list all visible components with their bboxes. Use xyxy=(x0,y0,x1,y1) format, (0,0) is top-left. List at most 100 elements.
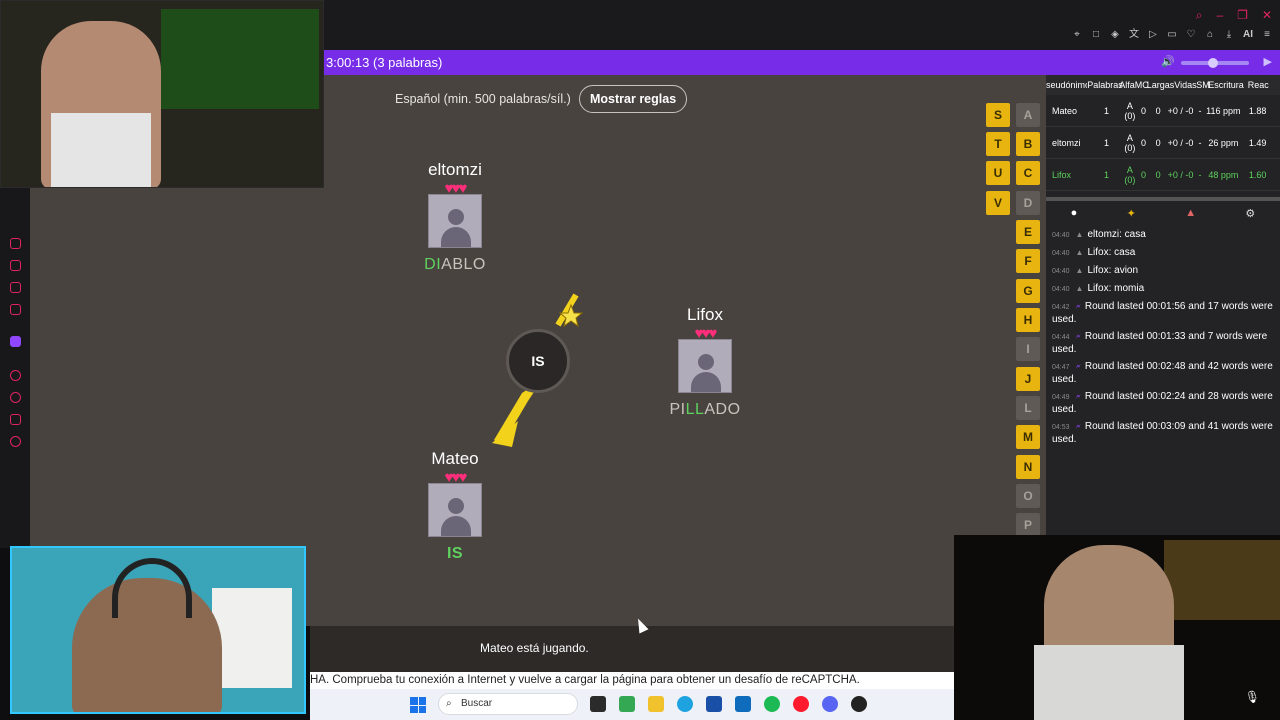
letter-tile: E xyxy=(1016,220,1040,244)
play-icon[interactable]: ▶ xyxy=(1264,50,1272,75)
system-message: 04:42 🗲 Round lasted 00:01:56 and 17 words… xyxy=(1052,301,1273,325)
col-header[interactable]: MC xyxy=(1135,75,1149,95)
sidebar-icon-6[interactable] xyxy=(10,392,21,403)
player-name: Lifox xyxy=(687,305,723,324)
task-view-icon[interactable] xyxy=(590,696,606,712)
shield-icon[interactable]: ◈ xyxy=(1110,30,1120,40)
screenshot-icon[interactable]: □ xyxy=(1091,30,1101,40)
download-icon[interactable]: ⤓ xyxy=(1224,30,1234,40)
col-header[interactable]: SM xyxy=(1196,75,1210,95)
letter-tile: O xyxy=(1016,484,1040,508)
letter-tile: M xyxy=(1016,425,1040,449)
sidebar-icon-8[interactable] xyxy=(10,436,21,447)
twitch-icon[interactable] xyxy=(10,336,21,347)
opera-icon[interactable] xyxy=(793,696,809,712)
pin-icon[interactable]: ⌖ xyxy=(1072,30,1082,40)
wallet-icon[interactable]: ⌂ xyxy=(1205,30,1215,40)
scoreboard-scrollbar[interactable] xyxy=(1046,197,1280,201)
sidebar-icon-2[interactable] xyxy=(10,260,21,271)
folder-icon[interactable] xyxy=(648,696,664,712)
player-card-mateo: Mateo ♥♥♥ IS xyxy=(395,449,515,563)
letter-tile: H xyxy=(1016,308,1040,332)
chat-bubble-icon[interactable]: ● xyxy=(1071,207,1078,219)
volume-slider-handle[interactable] xyxy=(1208,58,1218,68)
letter-tile: D xyxy=(1016,191,1040,215)
outlook-icon[interactable] xyxy=(735,696,751,712)
scoreboard-header: seudónimo Palabras Alfa MC Largas Vidas … xyxy=(1046,75,1280,95)
col-header[interactable]: Vidas xyxy=(1174,75,1196,95)
system-message: 04:53 🗲 Round lasted 00:03:09 and 41 words… xyxy=(1052,421,1273,445)
flag-icon[interactable]: ▲ xyxy=(1185,207,1196,219)
system-message: 04:49 🗲 Round lasted 00:02:24 and 28 words… xyxy=(1052,391,1273,415)
browser-toolbar: ⌖ □ ◈ 文 ▷ ▭ ♡ ⌂ ⤓ AI ≡ xyxy=(1072,30,1272,40)
round-timer: 3:00:13 (3 palabras) xyxy=(326,55,443,70)
game-header-bar: 3:00:13 (3 palabras) 🔊 ▶ xyxy=(324,50,1280,75)
webcam-overlay-bottom-left xyxy=(10,546,306,714)
chat-message: 04:40 ▲ eltomzi: casa xyxy=(1052,229,1146,240)
speaker-icon[interactable]: 🔊 xyxy=(1161,50,1175,75)
search-icon[interactable]: ⌕ xyxy=(1196,8,1203,23)
taskbar-search[interactable]: ⌕ Buscar xyxy=(438,693,578,715)
discord-icon[interactable] xyxy=(822,696,838,712)
sidebar-icon-3[interactable] xyxy=(10,282,21,293)
chat-message: 04:40 ▲ Lifox: avion xyxy=(1052,265,1139,276)
webcam-overlay-top-left xyxy=(0,0,324,188)
sidebar-icon-4[interactable] xyxy=(10,304,21,315)
heart-icon[interactable]: ♡ xyxy=(1186,30,1196,40)
chat-message: 04:40 ▲ Lifox: casa xyxy=(1052,247,1136,258)
minimize-icon[interactable]: – xyxy=(1216,8,1223,23)
chat-message: 04:40 ▲ Lifox: momia xyxy=(1052,283,1145,294)
lives-hearts: ♥♥♥ xyxy=(444,180,468,197)
store-icon[interactable] xyxy=(706,696,722,712)
mic-muted-icon: 🎙 xyxy=(1244,690,1260,704)
stream-sidebar xyxy=(0,188,30,548)
letter-tile: U xyxy=(986,161,1010,185)
letter-tile: I xyxy=(1016,337,1040,361)
people-icon[interactable]: ✦ xyxy=(1127,207,1136,220)
avatar xyxy=(678,339,732,393)
gear-icon[interactable]: ⚙ xyxy=(1245,207,1255,220)
col-header[interactable]: Escritura xyxy=(1208,75,1244,95)
close-icon[interactable]: ✕ xyxy=(1262,8,1272,23)
translate-icon[interactable]: 文 xyxy=(1129,30,1139,40)
letter-tile: C xyxy=(1016,161,1040,185)
bookmarks-icon[interactable]: ▭ xyxy=(1167,30,1177,40)
app-icon[interactable] xyxy=(619,696,635,712)
sidebar-icon-1[interactable] xyxy=(10,238,21,249)
avatar xyxy=(428,194,482,248)
letter-tile: G xyxy=(1016,279,1040,303)
player-name: Mateo xyxy=(431,449,479,468)
col-header[interactable]: Alfa xyxy=(1119,75,1135,95)
table-row: eltomzi 1 A (0) 0 0 +0 / -0 - 26 ppm 1.4… xyxy=(1046,127,1280,159)
ai-button[interactable]: AI xyxy=(1243,30,1253,40)
letter-tile: V xyxy=(986,191,1010,215)
play-icon[interactable]: ▷ xyxy=(1148,30,1158,40)
letter-tile: L xyxy=(1016,396,1040,420)
system-message: 04:44 🗲 Round lasted 00:01:33 and 7 words … xyxy=(1052,331,1268,355)
letter-tile: P xyxy=(1016,513,1040,537)
app-icon[interactable] xyxy=(851,696,867,712)
col-header[interactable]: Reac xyxy=(1244,75,1280,95)
screen: ⌕ – ❐ ✕ ⌖ □ ◈ 文 ▷ ▭ ♡ ⌂ ⤓ AI ≡ 3:00:13 (… xyxy=(0,0,1280,720)
col-header[interactable]: Palabras xyxy=(1087,75,1123,95)
sidebar-icon-7[interactable] xyxy=(10,414,21,425)
menu-icon[interactable]: ≡ xyxy=(1262,30,1272,40)
letter-tile: T xyxy=(986,132,1010,156)
col-header[interactable]: seudónimo xyxy=(1046,75,1087,95)
letter-tile: N xyxy=(1016,455,1040,479)
spotify-icon[interactable] xyxy=(764,696,780,712)
spark-icon xyxy=(558,303,584,328)
restore-icon[interactable]: ❐ xyxy=(1237,8,1248,23)
scoreboard: seudónimo Palabras Alfa MC Largas Vidas … xyxy=(1046,75,1280,191)
sidebar-icon-5[interactable] xyxy=(10,370,21,381)
current-input: IS xyxy=(446,545,464,562)
webcam-overlay-bottom-right: 🎙 xyxy=(954,535,1280,720)
browser-chrome: ⌕ – ❐ ✕ ⌖ □ ◈ 文 ▷ ▭ ♡ ⌂ ⤓ AI ≡ xyxy=(324,0,1280,50)
last-word: PILLADO xyxy=(669,401,741,418)
taskbar: ⌕ Buscar xyxy=(310,689,954,720)
windows-start-icon[interactable] xyxy=(410,697,426,713)
col-header[interactable]: Largas xyxy=(1147,75,1175,95)
search-icon: ⌕ xyxy=(446,698,452,709)
edge-icon[interactable] xyxy=(677,696,693,712)
panel-tabs: ● ✦ ▲ ⚙ xyxy=(1046,203,1280,223)
